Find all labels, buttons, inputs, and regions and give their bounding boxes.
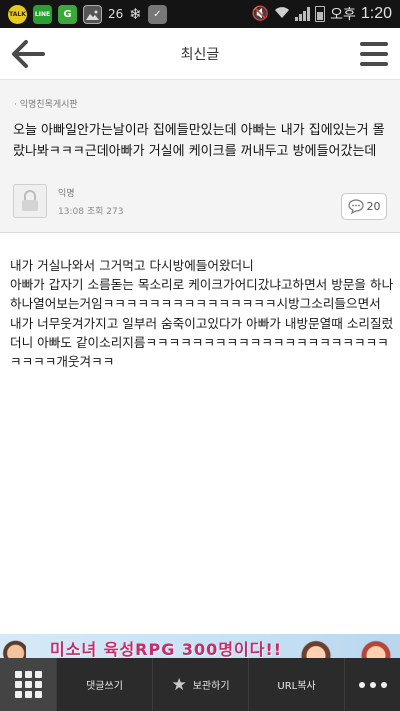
star-icon: ★ [171, 674, 187, 695]
menu-icon-bar [360, 62, 388, 66]
notification-count: 26 [108, 7, 124, 21]
write-comment-label: 댓글쓰기 [86, 681, 123, 692]
status-bar: TALK LINE G 26 ❄ ✓ 🔇 오후 1:20 [0, 0, 400, 28]
views-label: 조회 [86, 207, 104, 217]
menu-icon-bar [360, 52, 388, 56]
bookmark-label: 보관하기 [192, 681, 230, 692]
views-count: 273 [106, 207, 124, 217]
ad-character-art [280, 634, 400, 658]
more-dots-icon [358, 681, 387, 688]
post-meta: 13:08 조회 273 [58, 204, 123, 217]
post-title: 오늘 아빠일안가는날이라 집에들만있는데 아빠는 내가 집에있는거 몰랐나봐ㅋㅋ… [13, 123, 385, 159]
bottom-toolbar: 댓글쓰기 ★ 보관하기 URL복사 [0, 658, 400, 711]
bookmark-button[interactable]: ★ 보관하기 [152, 658, 248, 711]
post-time: 13:08 [58, 207, 84, 217]
check-icon: ✓ [147, 4, 167, 24]
g-app-icon: G [58, 4, 77, 24]
gallery-icon [83, 4, 102, 24]
menu-button[interactable] [360, 42, 388, 66]
avatar [13, 184, 47, 218]
snowflake-icon: ❄ [129, 5, 142, 23]
line-label: LINE [34, 10, 51, 18]
kakaotalk-icon: TALK [8, 4, 27, 24]
grid-icon [14, 671, 42, 698]
comment-count-button[interactable]: 20 [341, 193, 387, 220]
board-name[interactable]: · 익명친목게시판 [14, 97, 78, 110]
battery-icon [315, 6, 326, 22]
notification-icons: TALK LINE G 26 ❄ ✓ [8, 4, 167, 24]
wifi-icon [274, 6, 290, 23]
ad-text: 미소녀 육성RPG 300명이다!! [50, 640, 283, 658]
menu-icon-bar [360, 42, 388, 46]
post-body: 내가 거실나와서 그거먹고 다시방에들어왔더니 아빠가 갑자기 소름돋는 목소리… [10, 258, 394, 370]
apps-grid-button[interactable] [0, 658, 56, 711]
page-title: 최신글 [180, 47, 220, 63]
app-header: 최신글 [0, 28, 400, 80]
speech-bubble-icon [347, 199, 364, 214]
mute-icon: 🔇 [251, 6, 270, 22]
write-comment-button[interactable]: 댓글쓰기 [56, 658, 152, 711]
clock: 1:20 [360, 5, 392, 22]
copy-url-label: URL복사 [277, 681, 316, 692]
g-label: G [63, 8, 72, 20]
line-icon: LINE [33, 4, 52, 24]
ad-banner[interactable]: 미소녀 육성RPG 300명이다!! [0, 634, 400, 658]
board-name-label: 익명친목게시판 [19, 100, 78, 110]
more-button[interactable] [344, 658, 400, 711]
comment-count: 20 [366, 200, 381, 213]
system-icons: 🔇 오후 1:20 [252, 4, 392, 24]
am-pm-label: 오후 [330, 6, 356, 22]
lock-icon [22, 190, 38, 211]
author-name: 익명 [58, 189, 75, 199]
signal-icon [295, 7, 311, 21]
kakaotalk-label: TALK [9, 10, 26, 18]
ad-character-art [0, 634, 26, 658]
post-header: · 익명친목게시판 오늘 아빠일안가는날이라 집에들만있는데 아빠는 내가 집에… [0, 80, 400, 233]
copy-url-button[interactable]: URL복사 [248, 658, 344, 711]
